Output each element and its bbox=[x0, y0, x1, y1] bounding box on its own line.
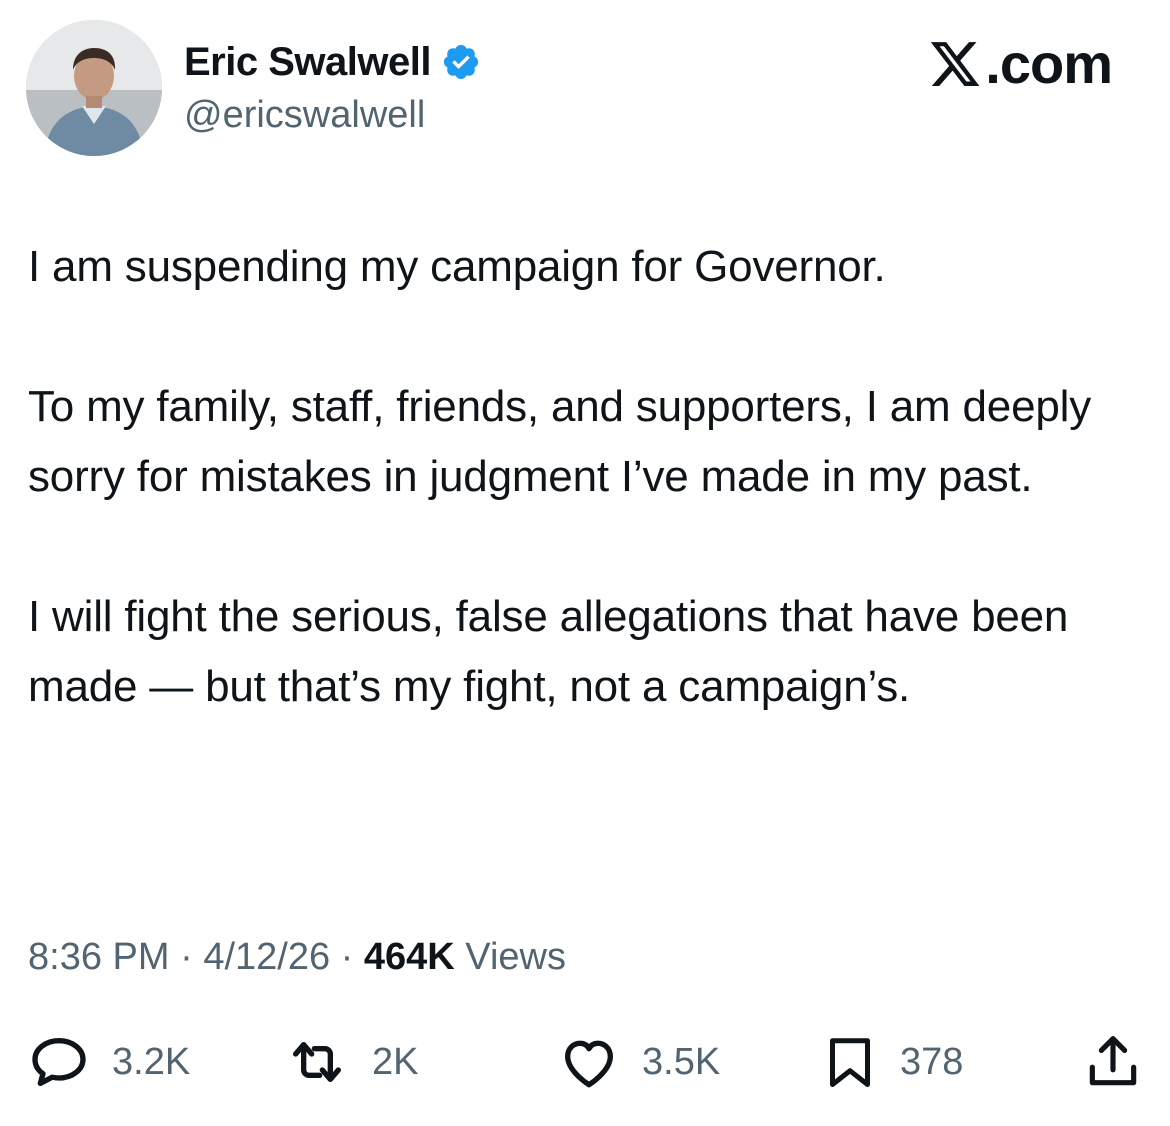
avatar[interactable] bbox=[26, 20, 162, 156]
tweet-paragraph: I am suspending my campaign for Governor… bbox=[28, 242, 886, 291]
like-count: 3.5K bbox=[642, 1040, 721, 1083]
tweet-date[interactable]: 4/12/26 bbox=[203, 936, 330, 978]
tweet-time[interactable]: 8:36 PM bbox=[28, 936, 170, 978]
like-button[interactable]: 3.5K bbox=[556, 1030, 720, 1094]
action-bar: 3.2K 2K 3.5K 378 bbox=[0, 1030, 1170, 1094]
repost-count: 2K bbox=[372, 1040, 419, 1083]
tweet-paragraph: To my family, staff, friends, and suppor… bbox=[28, 382, 1091, 501]
views-count: 464K bbox=[363, 936, 455, 978]
bookmark-button[interactable]: 378 bbox=[820, 1030, 963, 1094]
bookmark-count: 378 bbox=[900, 1040, 964, 1083]
meta-separator: · bbox=[180, 936, 193, 978]
reply-button[interactable]: 3.2K bbox=[26, 1030, 190, 1094]
author-name[interactable]: Eric Swalwell bbox=[184, 38, 481, 86]
views-label: Views bbox=[465, 936, 566, 978]
author-name-text[interactable]: Eric Swalwell bbox=[184, 38, 431, 86]
author-handle[interactable]: @ericswalwell bbox=[184, 92, 425, 138]
tweet-meta: 8:36 PM · 4/12/26 · 464K Views bbox=[28, 932, 566, 982]
repost-icon bbox=[293, 1042, 341, 1082]
reply-count: 3.2K bbox=[112, 1040, 191, 1083]
reply-icon bbox=[32, 1038, 86, 1086]
tweet-text: I am suspending my campaign for Governor… bbox=[28, 232, 1143, 722]
bookmark-icon bbox=[830, 1038, 870, 1087]
brand-domain: .com bbox=[985, 32, 1113, 95]
tweet-paragraph: I will fight the serious, false allegati… bbox=[28, 592, 1069, 711]
repost-button[interactable]: 2K bbox=[282, 1030, 418, 1094]
share-icon bbox=[1089, 1036, 1137, 1086]
heart-icon bbox=[565, 1040, 613, 1088]
x-logo-icon bbox=[931, 42, 980, 86]
meta-separator: · bbox=[340, 936, 354, 978]
brand-logo: .com bbox=[927, 32, 1113, 96]
verified-badge-icon[interactable] bbox=[441, 42, 481, 82]
share-button[interactable] bbox=[1082, 1030, 1144, 1094]
